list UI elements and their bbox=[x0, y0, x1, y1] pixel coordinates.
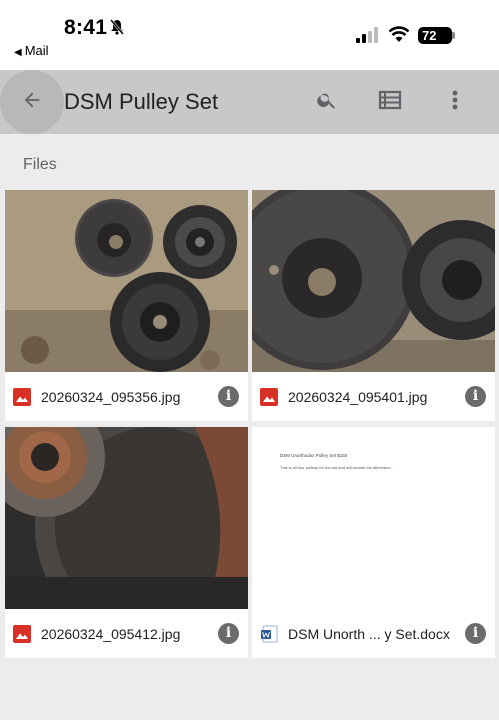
image-thumbnail[interactable] bbox=[5, 427, 248, 609]
section-label-files: Files bbox=[23, 156, 57, 173]
info-icon[interactable]: i bbox=[218, 386, 239, 407]
back-app-label: Mail bbox=[24, 43, 49, 58]
list-view-button[interactable] bbox=[374, 86, 406, 118]
back-button[interactable] bbox=[0, 70, 64, 134]
file-name: DSM Unorth ... y Set.docx bbox=[288, 626, 450, 642]
app-bar: DSM Pulley Set bbox=[0, 70, 499, 134]
search-button[interactable] bbox=[311, 86, 343, 118]
info-icon[interactable]: i bbox=[218, 623, 239, 644]
file-caption: 20260324_095401.jpg i bbox=[252, 372, 495, 421]
silent-bell-icon bbox=[110, 19, 124, 40]
battery-cap bbox=[452, 32, 455, 39]
document-thumbnail[interactable]: DSM Unorthodox Pulley Set $150 This is a… bbox=[252, 427, 495, 609]
more-options-button[interactable] bbox=[439, 86, 471, 118]
file-card[interactable]: DSM Unorthodox Pulley Set $150 This is a… bbox=[252, 427, 495, 658]
search-icon bbox=[316, 89, 338, 116]
file-card[interactable]: 20260324_095401.jpg i bbox=[252, 190, 495, 421]
file-name: 20260324_095356.jpg bbox=[41, 389, 181, 405]
document-preview: DSM Unorthodox Pulley Set $150 This is a… bbox=[252, 427, 495, 609]
info-icon[interactable]: i bbox=[465, 623, 486, 644]
status-bar: 8:41 ◀ Mail 72 bbox=[0, 0, 499, 70]
document-preview-body: This is all four pulleys for the set and… bbox=[280, 465, 394, 470]
list-view-icon bbox=[378, 89, 402, 116]
file-card[interactable]: 20260324_095356.jpg i bbox=[5, 190, 248, 421]
file-caption: 20260324_095412.jpg i bbox=[5, 609, 248, 658]
file-caption: DSM Unorth ... y Set.docx i bbox=[252, 609, 495, 658]
page-title: DSM Pulley Set bbox=[64, 89, 219, 114]
status-time: 8:41 bbox=[64, 16, 108, 39]
file-caption: 20260324_095356.jpg i bbox=[5, 372, 248, 421]
document-preview-title: DSM Unorthodox Pulley Set $150 bbox=[280, 453, 348, 458]
file-name: 20260324_095401.jpg bbox=[288, 389, 428, 405]
battery-indicator: 72 bbox=[418, 27, 452, 44]
image-file-icon bbox=[13, 625, 31, 648]
arrow-back-icon bbox=[21, 89, 43, 116]
wifi-icon bbox=[388, 25, 410, 48]
word-doc-icon bbox=[260, 625, 278, 648]
info-icon[interactable]: i bbox=[465, 386, 486, 407]
image-thumbnail[interactable] bbox=[5, 190, 248, 372]
image-file-icon bbox=[260, 388, 278, 411]
image-file-icon bbox=[13, 388, 31, 411]
more-vert-icon bbox=[451, 89, 459, 116]
file-card[interactable]: 20260324_095412.jpg i bbox=[5, 427, 248, 658]
signal-icon bbox=[356, 27, 378, 48]
image-thumbnail[interactable] bbox=[252, 190, 495, 372]
file-name: 20260324_095412.jpg bbox=[41, 626, 181, 642]
back-to-app-link[interactable]: ◀ Mail bbox=[14, 43, 49, 58]
